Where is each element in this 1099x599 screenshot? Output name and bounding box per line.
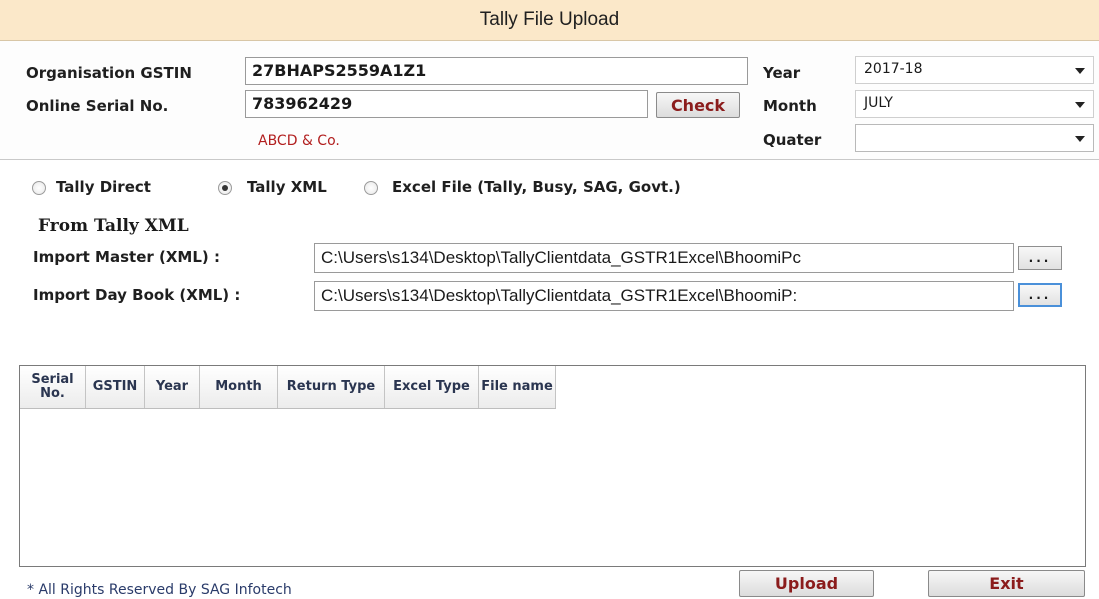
chevron-down-icon [1075, 68, 1085, 74]
column-header-serial[interactable]: Serial No. [20, 366, 86, 408]
upload-button[interactable]: Upload [739, 570, 874, 597]
chevron-down-icon [1075, 102, 1085, 108]
organisation-name: ABCD & Co. [258, 133, 340, 149]
check-button[interactable]: Check [656, 92, 740, 118]
radio-tally-xml-label[interactable]: Tally XML [247, 178, 327, 196]
window-title: Tally File Upload [479, 9, 620, 30]
month-label: Month [763, 97, 817, 115]
column-header-gstin[interactable]: GSTIN [86, 366, 145, 408]
import-master-browse-button[interactable]: ... [1018, 246, 1062, 270]
radio-excel-file-label[interactable]: Excel File (Tally, Busy, SAG, Govt.) [392, 178, 681, 196]
import-daybook-browse-button[interactable]: ... [1018, 283, 1062, 307]
radio-excel-file[interactable] [364, 181, 378, 195]
radio-tally-xml[interactable] [218, 181, 232, 195]
window-title-bar: Tally File Upload [0, 0, 1099, 41]
column-header-month[interactable]: Month [200, 366, 278, 408]
quarter-label: Quater [763, 131, 822, 149]
chevron-down-icon [1075, 136, 1085, 142]
gstin-field[interactable]: 27BHAPS2559A1Z1 [245, 57, 748, 85]
year-select[interactable]: 2017-18 [855, 56, 1094, 84]
exit-button[interactable]: Exit [928, 570, 1085, 597]
radio-tally-direct[interactable] [32, 181, 46, 195]
copyright-text: * All Rights Reserved By SAG Infotech [27, 582, 292, 598]
import-daybook-label: Import Day Book (XML) : [33, 286, 241, 304]
year-value: 2017-18 [864, 61, 923, 77]
import-master-path-field[interactable]: C:\Users\s134\Desktop\TallyClientdata_GS… [314, 243, 1014, 273]
column-header-return-type[interactable]: Return Type [278, 366, 385, 408]
serial-label: Online Serial No. [26, 97, 169, 115]
import-master-label: Import Master (XML) : [33, 248, 220, 266]
column-header-file-name[interactable]: File name [479, 366, 556, 408]
month-select[interactable]: JULY [855, 90, 1094, 118]
upload-grid[interactable]: Serial No. GSTIN Year Month Return Type … [19, 365, 1086, 567]
gstin-label: Organisation GSTIN [26, 64, 192, 82]
column-header-excel-type[interactable]: Excel Type [385, 366, 479, 408]
import-daybook-path-field[interactable]: C:\Users\s134\Desktop\TallyClientdata_GS… [314, 281, 1014, 311]
year-label: Year [763, 64, 801, 82]
radio-tally-direct-label[interactable]: Tally Direct [56, 178, 151, 196]
serial-field[interactable]: 783962429 [245, 90, 648, 118]
month-value: JULY [864, 95, 893, 111]
from-tally-xml-heading: From Tally XML [38, 216, 189, 236]
column-header-year[interactable]: Year [145, 366, 200, 408]
quarter-select[interactable] [855, 124, 1094, 152]
header-panel: Organisation GSTIN 27BHAPS2559A1Z1 Onlin… [0, 41, 1099, 160]
grid-header: Serial No. GSTIN Year Month Return Type … [20, 366, 556, 409]
